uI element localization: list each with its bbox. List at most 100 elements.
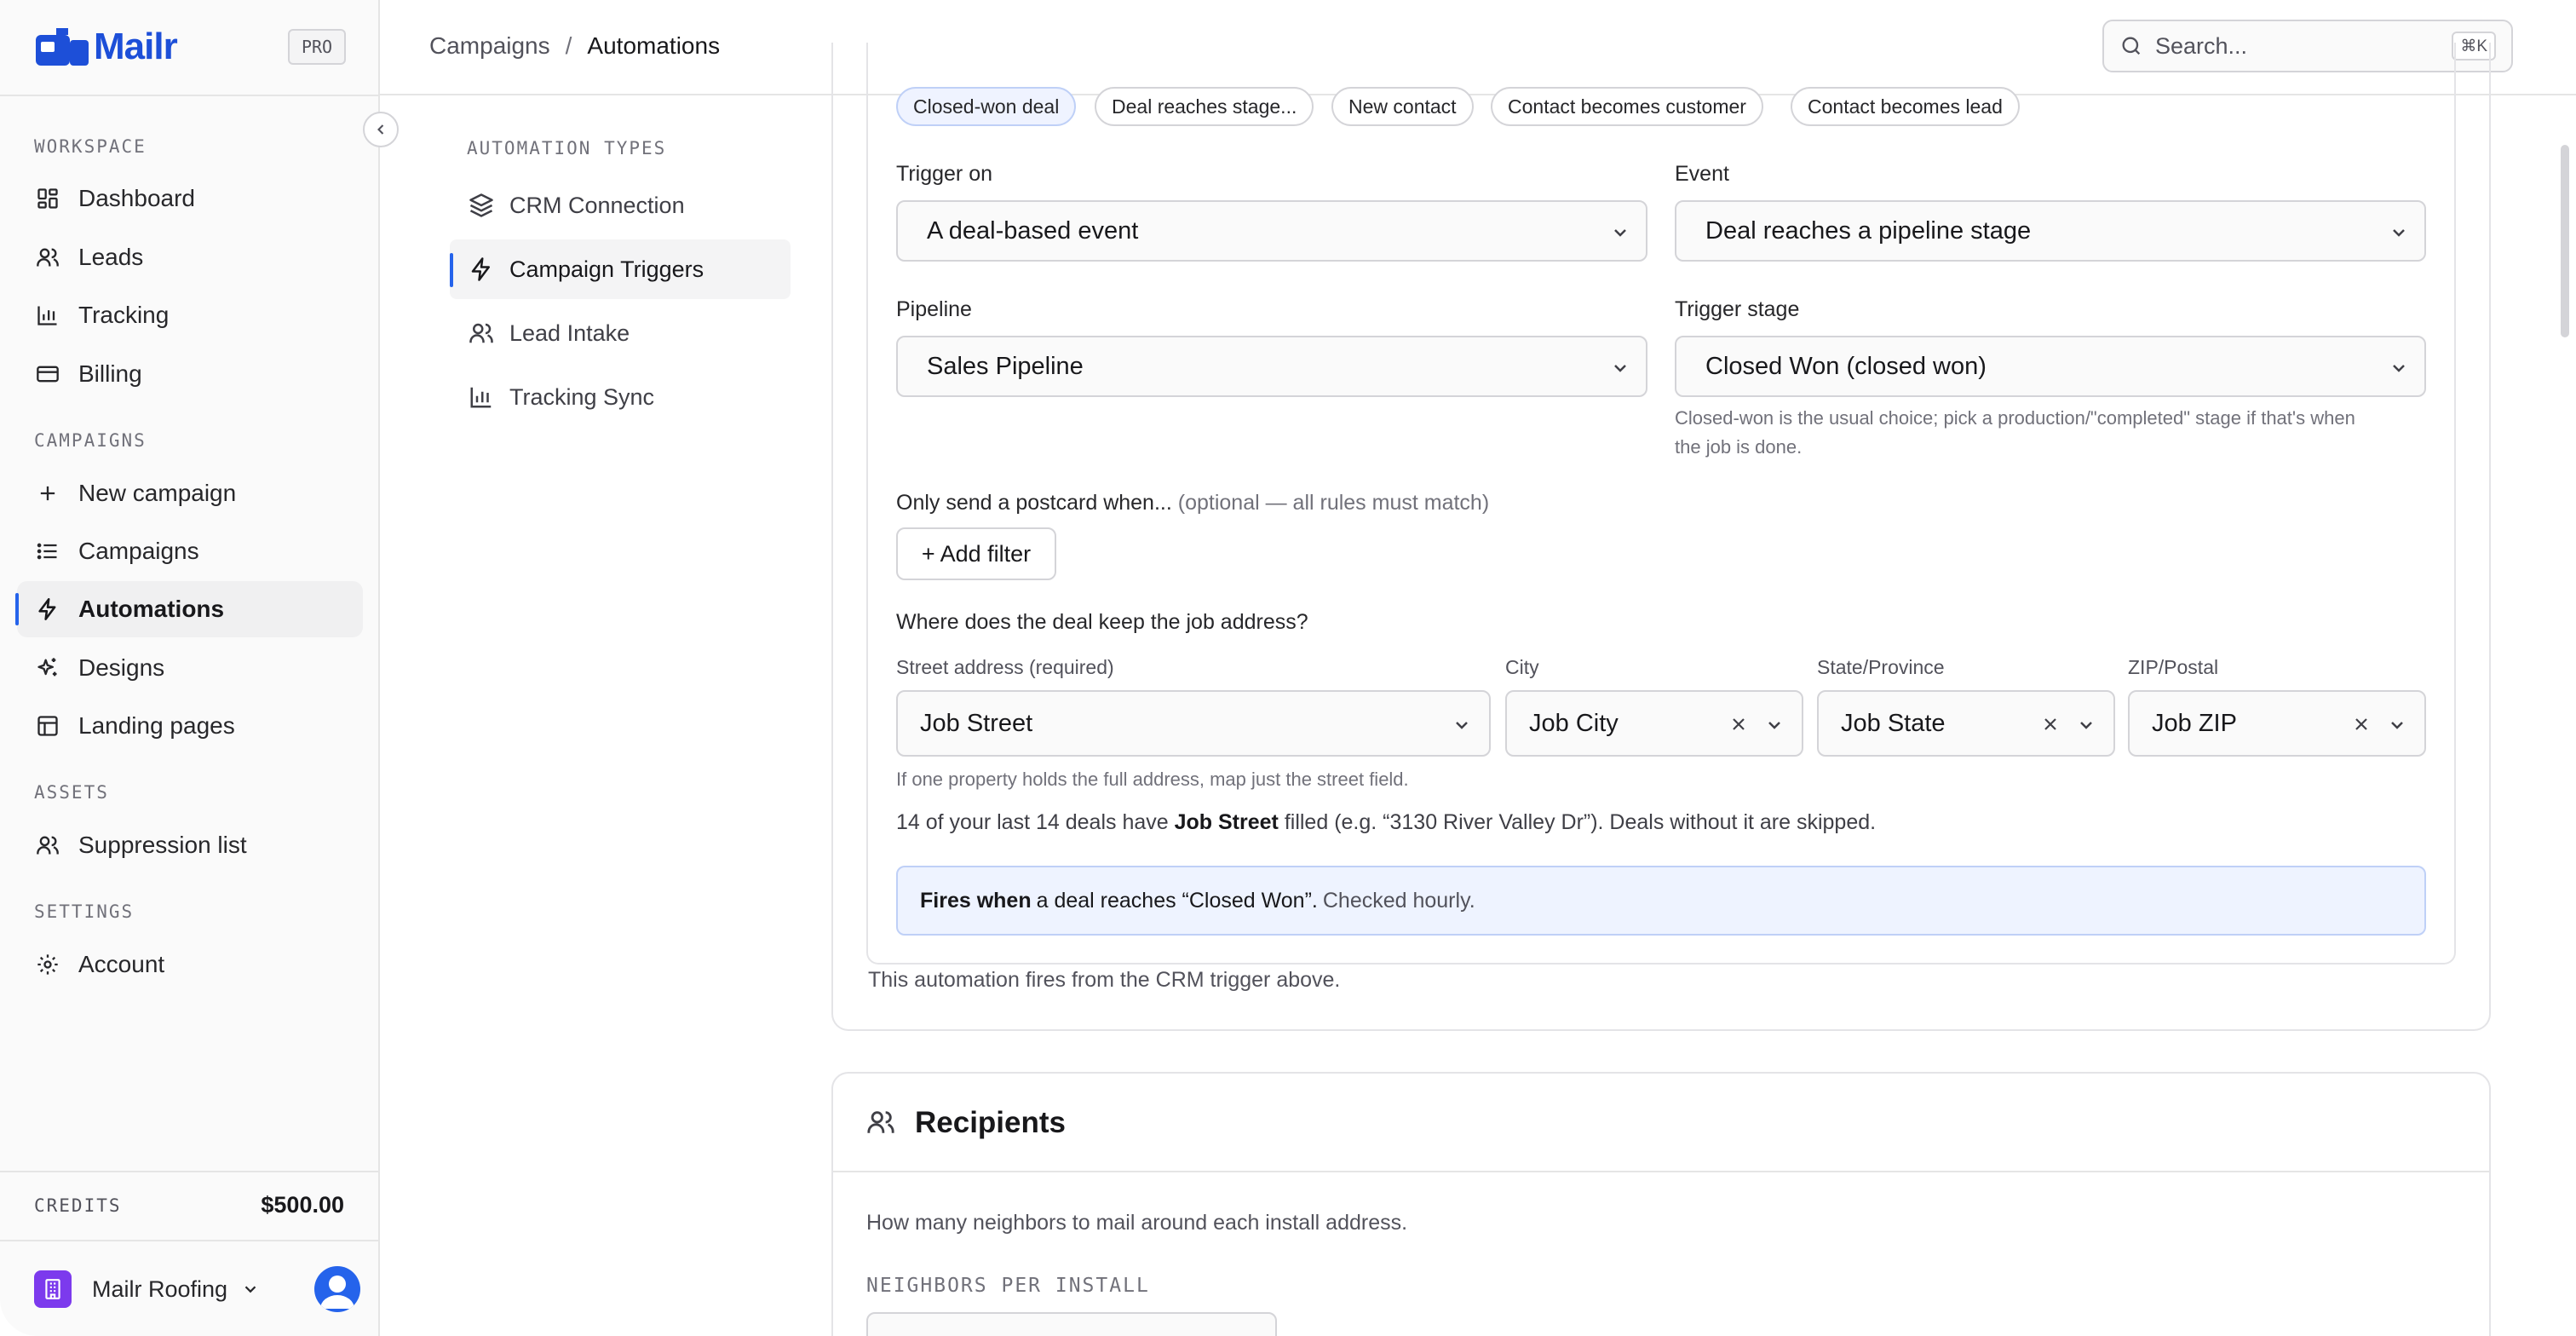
chevron-down-icon [2389,222,2409,243]
sidebar: Mailr PRO WORKSPACE Dashboard Leads Trac… [0,0,380,1336]
app-window: Mailr PRO WORKSPACE Dashboard Leads Trac… [0,0,2576,1336]
subnav-item-label: CRM Connection [509,192,685,218]
nav-item-label: Leads [78,244,144,270]
nav-item-suppression-list[interactable]: Suppression list [17,817,363,873]
neighbors-label: NEIGHBORS PER INSTALL [866,1275,1150,1297]
chevron-down-icon [241,1280,260,1299]
users-icon [866,1108,895,1137]
neighbors-input[interactable] [866,1312,1277,1336]
users-icon [34,832,61,859]
fires-summary: Fires when a deal reaches “Closed Won”. … [896,866,2426,936]
nav-item-new-campaign[interactable]: New campaign [17,465,363,521]
event-select[interactable]: Deal reaches a pipeline stage [1675,200,2426,262]
preset-chip-deal-stage[interactable]: Deal reaches stage... [1095,87,1314,126]
lightning-icon [467,255,496,284]
street-value: Job Street [920,709,1033,737]
chevron-down-icon [1610,222,1630,243]
coverage-prefix: 14 of your last 14 deals have [896,810,1169,834]
gear-icon [34,951,61,978]
subnav-item-lead-intake[interactable]: Lead Intake [450,303,791,363]
subnav-item-label: Campaign Triggers [509,256,704,282]
filter-heading: Only send a postcard when... (optional —… [896,491,1489,515]
city-label: City [1505,656,1539,678]
nav-item-label: New campaign [78,480,237,506]
nav-item-label: Tracking [78,302,170,328]
trigger-stage-select[interactable]: Closed Won (closed won) [1675,336,2426,397]
nav-item-designs[interactable]: Designs [17,640,363,696]
coverage-field: Job Street [1174,810,1279,834]
subnav-item-crm-connection[interactable]: CRM Connection [450,176,791,235]
nav-item-label: Campaigns [78,538,199,564]
trigger-stage-hint-line: the job is done. [1675,436,1803,458]
section-label-workspace: WORKSPACE [34,136,147,157]
event-label: Event [1675,162,1729,186]
mailbox-logo-icon [34,26,90,67]
plus-icon [34,480,61,507]
pipeline-label: Pipeline [896,297,972,321]
building-icon [34,1270,72,1308]
nav-item-label: Landing pages [78,712,235,739]
preset-chip-new-contact[interactable]: New contact [1331,87,1474,126]
breadcrumb-current: Automations [587,32,721,59]
nav-item-leads[interactable]: Leads [17,229,363,285]
collapse-sidebar-button[interactable] [363,112,399,147]
preset-chip-becomes-lead[interactable]: Contact becomes lead [1791,87,2020,126]
chevron-down-icon [1764,715,1785,735]
street-select[interactable]: Job Street [896,690,1491,757]
org-switcher[interactable]: Mailr Roofing [34,1270,260,1308]
trigger-on-select[interactable]: A deal-based event [896,200,1647,262]
filter-label: Only send a postcard when... [896,491,1172,515]
app-logo[interactable]: Mailr [34,26,178,68]
state-label: State/Province [1817,656,1945,678]
filter-optional-note: (optional — all rules must match) [1177,491,1490,515]
state-select[interactable]: Job State [1817,690,2115,757]
nav-item-tracking[interactable]: Tracking [17,287,363,343]
nav-item-label: Automations [78,596,225,622]
clear-icon[interactable] [2040,714,2061,734]
subnav-item-label: Lead Intake [509,320,630,346]
fires-bold: Fires when [920,888,1032,913]
divider [0,1171,380,1172]
nav-item-label: Account [78,951,165,977]
credits-value: $500.00 [261,1192,344,1218]
coverage-text: 14 of your last 14 deals have Job Street… [896,810,1876,835]
clear-icon[interactable] [1728,714,1749,734]
add-filter-button[interactable]: + Add filter [896,527,1056,580]
coverage-suffix: filled (e.g. “3130 River Valley Dr”). De… [1284,810,1877,834]
chevron-down-icon [2076,715,2096,735]
clear-icon[interactable] [2351,714,2372,734]
preset-chip-closed-won[interactable]: Closed-won deal [896,87,1077,126]
fires-text: a deal reaches “Closed Won”. [1036,888,1318,913]
credits-label: CREDITS [34,1195,122,1216]
divider [0,95,380,96]
nav-item-account[interactable]: Account [17,936,363,993]
subnav-item-label: Tracking Sync [509,383,655,410]
trigger-on-label: Trigger on [896,162,993,186]
scrollbar[interactable] [2561,145,2569,337]
list-icon [34,538,61,565]
nav-item-dashboard[interactable]: Dashboard [17,170,363,227]
chevron-down-icon [2389,358,2409,378]
fires-muted: Checked hourly. [1322,888,1475,913]
recipients-description: How many neighbors to mail around each i… [866,1211,1408,1235]
trigger-footnote: This automation fires from the CRM trigg… [868,968,1341,992]
city-select[interactable]: Job City [1505,690,1803,757]
nav-item-automations[interactable]: Automations [15,581,363,637]
pipeline-select[interactable]: Sales Pipeline [896,336,1647,397]
section-label-campaigns: CAMPAIGNS [34,430,147,451]
nav-item-campaigns[interactable]: Campaigns [17,523,363,579]
user-avatar[interactable] [314,1266,360,1312]
app-name: Mailr [94,26,178,67]
section-label-settings: SETTINGS [34,901,135,922]
preset-chip-becomes-customer[interactable]: Contact becomes customer [1491,87,1763,126]
subnav-item-tracking-sync[interactable]: Tracking Sync [450,367,791,427]
zip-select[interactable]: Job ZIP [2128,690,2426,757]
pipeline-value: Sales Pipeline [927,352,1084,380]
zip-label: ZIP/Postal [2128,656,2219,678]
divider [833,1171,2489,1172]
nav-item-landing-pages[interactable]: Landing pages [17,698,363,754]
trigger-stage-value: Closed Won (closed won) [1705,352,1987,380]
nav-item-billing[interactable]: Billing [17,346,363,402]
subnav-item-campaign-triggers[interactable]: Campaign Triggers [450,239,791,299]
breadcrumb-campaigns[interactable]: Campaigns [429,32,550,60]
